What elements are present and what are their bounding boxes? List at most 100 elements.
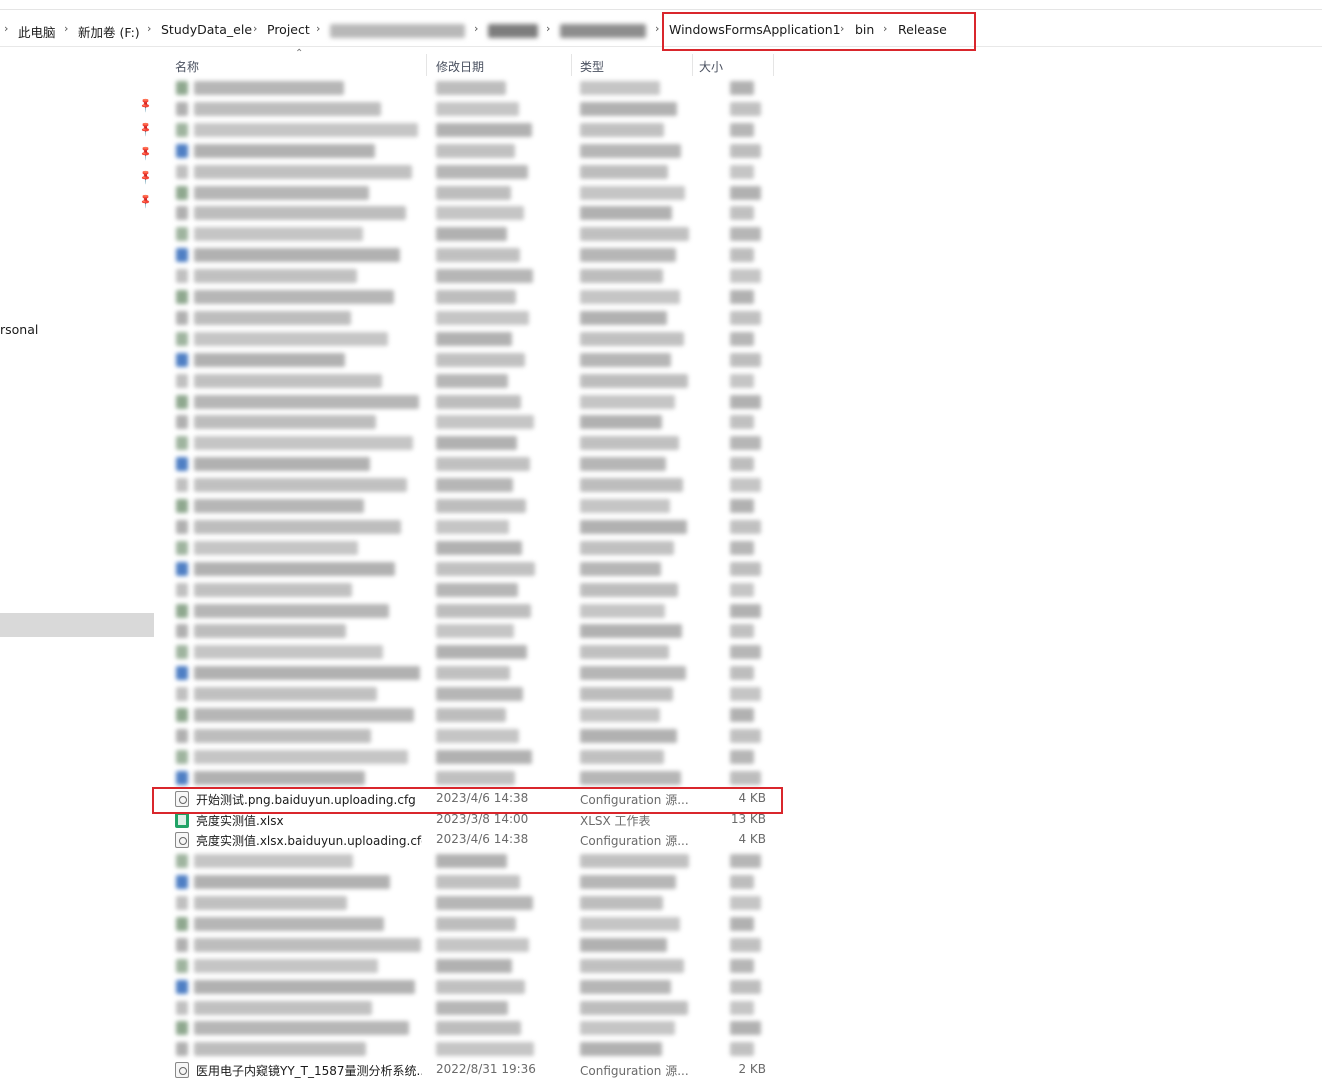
file-row-redacted[interactable] bbox=[170, 705, 776, 726]
redacted-cell bbox=[194, 206, 406, 220]
file-row-redacted[interactable] bbox=[170, 872, 776, 893]
column-divider[interactable] bbox=[571, 54, 572, 76]
redacted-cell bbox=[730, 374, 754, 388]
breadcrumb-studydata[interactable]: StudyData_ele bbox=[161, 22, 252, 37]
file-icon bbox=[176, 457, 188, 471]
file-row-redacted[interactable] bbox=[170, 162, 776, 183]
redacted-cell bbox=[194, 729, 371, 743]
file-icon bbox=[176, 875, 188, 889]
chevron-right-icon[interactable]: › bbox=[474, 22, 478, 35]
redacted-cell bbox=[436, 520, 509, 534]
column-divider[interactable] bbox=[773, 54, 774, 76]
file-row-redacted[interactable] bbox=[170, 642, 776, 663]
file-row-redacted[interactable] bbox=[170, 266, 776, 287]
file-row-redacted[interactable] bbox=[170, 392, 776, 413]
column-header-size[interactable]: 大小 bbox=[699, 58, 723, 75]
file-row-redacted[interactable] bbox=[170, 496, 776, 517]
file-row-redacted[interactable] bbox=[170, 893, 776, 914]
chevron-right-icon[interactable]: › bbox=[546, 22, 550, 35]
redacted-cell bbox=[436, 290, 516, 304]
breadcrumb-drive-f[interactable]: 新加卷 (F:) bbox=[78, 22, 140, 41]
file-row-redacted[interactable] bbox=[170, 621, 776, 642]
address-bar[interactable]: › 此电脑 › 新加卷 (F:) › StudyData_ele › Proje… bbox=[0, 11, 1322, 47]
file-row-redacted[interactable] bbox=[170, 538, 776, 559]
file-row-redacted[interactable] bbox=[170, 245, 776, 266]
file-row-redacted[interactable] bbox=[170, 308, 776, 329]
file-row-redacted[interactable] bbox=[170, 580, 776, 601]
column-header-type[interactable]: 类型 bbox=[580, 58, 604, 75]
chevron-right-icon[interactable]: › bbox=[655, 22, 659, 35]
redacted-cell bbox=[436, 1042, 534, 1056]
file-row-redacted[interactable] bbox=[170, 99, 776, 120]
file-row-redacted[interactable] bbox=[170, 475, 776, 496]
breadcrumb-redacted[interactable] bbox=[560, 24, 646, 38]
redacted-cell bbox=[580, 81, 660, 95]
file-row-redacted[interactable] bbox=[170, 914, 776, 935]
file-row-redacted[interactable] bbox=[170, 454, 776, 475]
column-header-modified[interactable]: 修改日期 bbox=[436, 58, 484, 75]
pin-icon[interactable]: 📌 bbox=[138, 97, 155, 114]
highlight-box-path bbox=[662, 12, 976, 51]
redacted-cell bbox=[730, 562, 761, 576]
file-icon bbox=[176, 1001, 188, 1015]
chevron-right-icon[interactable]: › bbox=[4, 22, 8, 35]
chevron-right-icon[interactable]: › bbox=[253, 22, 257, 35]
redacted-cell bbox=[580, 436, 679, 450]
file-row-redacted[interactable] bbox=[170, 768, 776, 789]
column-header-name[interactable]: 名称 bbox=[175, 58, 199, 75]
file-row-redacted[interactable] bbox=[170, 371, 776, 392]
breadcrumb-redacted[interactable] bbox=[330, 24, 465, 38]
file-row-redacted[interactable] bbox=[170, 517, 776, 538]
file-row-redacted[interactable] bbox=[170, 329, 776, 350]
nav-item-selected[interactable] bbox=[0, 613, 154, 637]
column-divider[interactable] bbox=[426, 54, 427, 76]
file-row-redacted[interactable] bbox=[170, 977, 776, 998]
file-row-redacted[interactable] bbox=[170, 287, 776, 308]
pin-icon[interactable]: 📌 bbox=[138, 121, 155, 138]
redacted-cell bbox=[580, 1042, 662, 1056]
nav-item-personal[interactable]: rsonal bbox=[0, 322, 38, 337]
file-row-redacted[interactable] bbox=[170, 601, 776, 622]
redacted-cell bbox=[436, 708, 506, 722]
redacted-cell bbox=[436, 374, 508, 388]
file-row-redacted[interactable] bbox=[170, 663, 776, 684]
file-row-redacted[interactable] bbox=[170, 726, 776, 747]
file-row-redacted[interactable] bbox=[170, 559, 776, 580]
redacted-cell bbox=[194, 541, 358, 555]
breadcrumb-this-pc[interactable]: 此电脑 bbox=[18, 22, 56, 41]
breadcrumb-redacted[interactable] bbox=[488, 24, 538, 38]
pin-icon[interactable]: 📌 bbox=[138, 193, 155, 210]
file-row-redacted[interactable] bbox=[170, 998, 776, 1019]
file-row-redacted[interactable] bbox=[170, 412, 776, 433]
file-type: Configuration 源... bbox=[580, 1064, 689, 1078]
file-row-redacted[interactable] bbox=[170, 203, 776, 224]
pin-icon[interactable]: 📌 bbox=[138, 145, 155, 162]
chevron-right-icon[interactable]: › bbox=[147, 22, 151, 35]
file-row-redacted[interactable] bbox=[170, 120, 776, 141]
file-row-redacted[interactable] bbox=[170, 935, 776, 956]
file-row-redacted[interactable] bbox=[170, 851, 776, 872]
file-row-redacted[interactable] bbox=[170, 684, 776, 705]
pin-icon[interactable]: 📌 bbox=[138, 169, 155, 186]
file-row-redacted[interactable] bbox=[170, 1018, 776, 1039]
file-row-redacted[interactable] bbox=[170, 224, 776, 245]
file-row-redacted[interactable] bbox=[170, 433, 776, 454]
redacted-cell bbox=[436, 896, 533, 910]
chevron-right-icon[interactable]: › bbox=[316, 22, 320, 35]
breadcrumb-project[interactable]: Project bbox=[267, 22, 310, 37]
chevron-right-icon[interactable]: › bbox=[64, 22, 68, 35]
file-row-redacted[interactable] bbox=[170, 1039, 776, 1060]
highlight-box-xlsx-row bbox=[152, 787, 783, 814]
file-row-redacted[interactable] bbox=[170, 78, 776, 99]
file-row-redacted[interactable] bbox=[170, 350, 776, 371]
file-icon bbox=[176, 269, 188, 283]
file-type: XLSX 工作表 bbox=[580, 814, 651, 828]
file-row-redacted[interactable] bbox=[170, 747, 776, 768]
file-row-redacted[interactable] bbox=[170, 956, 776, 977]
file-row-redacted[interactable] bbox=[170, 141, 776, 162]
file-row[interactable]: 亮度实测值.xlsx.baiduyun.uploading.cfg 2023/4/… bbox=[170, 830, 776, 851]
redacted-cell bbox=[436, 729, 519, 743]
column-divider[interactable] bbox=[692, 54, 693, 76]
file-row-redacted[interactable] bbox=[170, 183, 776, 204]
file-row[interactable]: 医用电子内窥镜YY_T_1587量测分析系统... 2022/8/31 19:36… bbox=[170, 1060, 776, 1081]
